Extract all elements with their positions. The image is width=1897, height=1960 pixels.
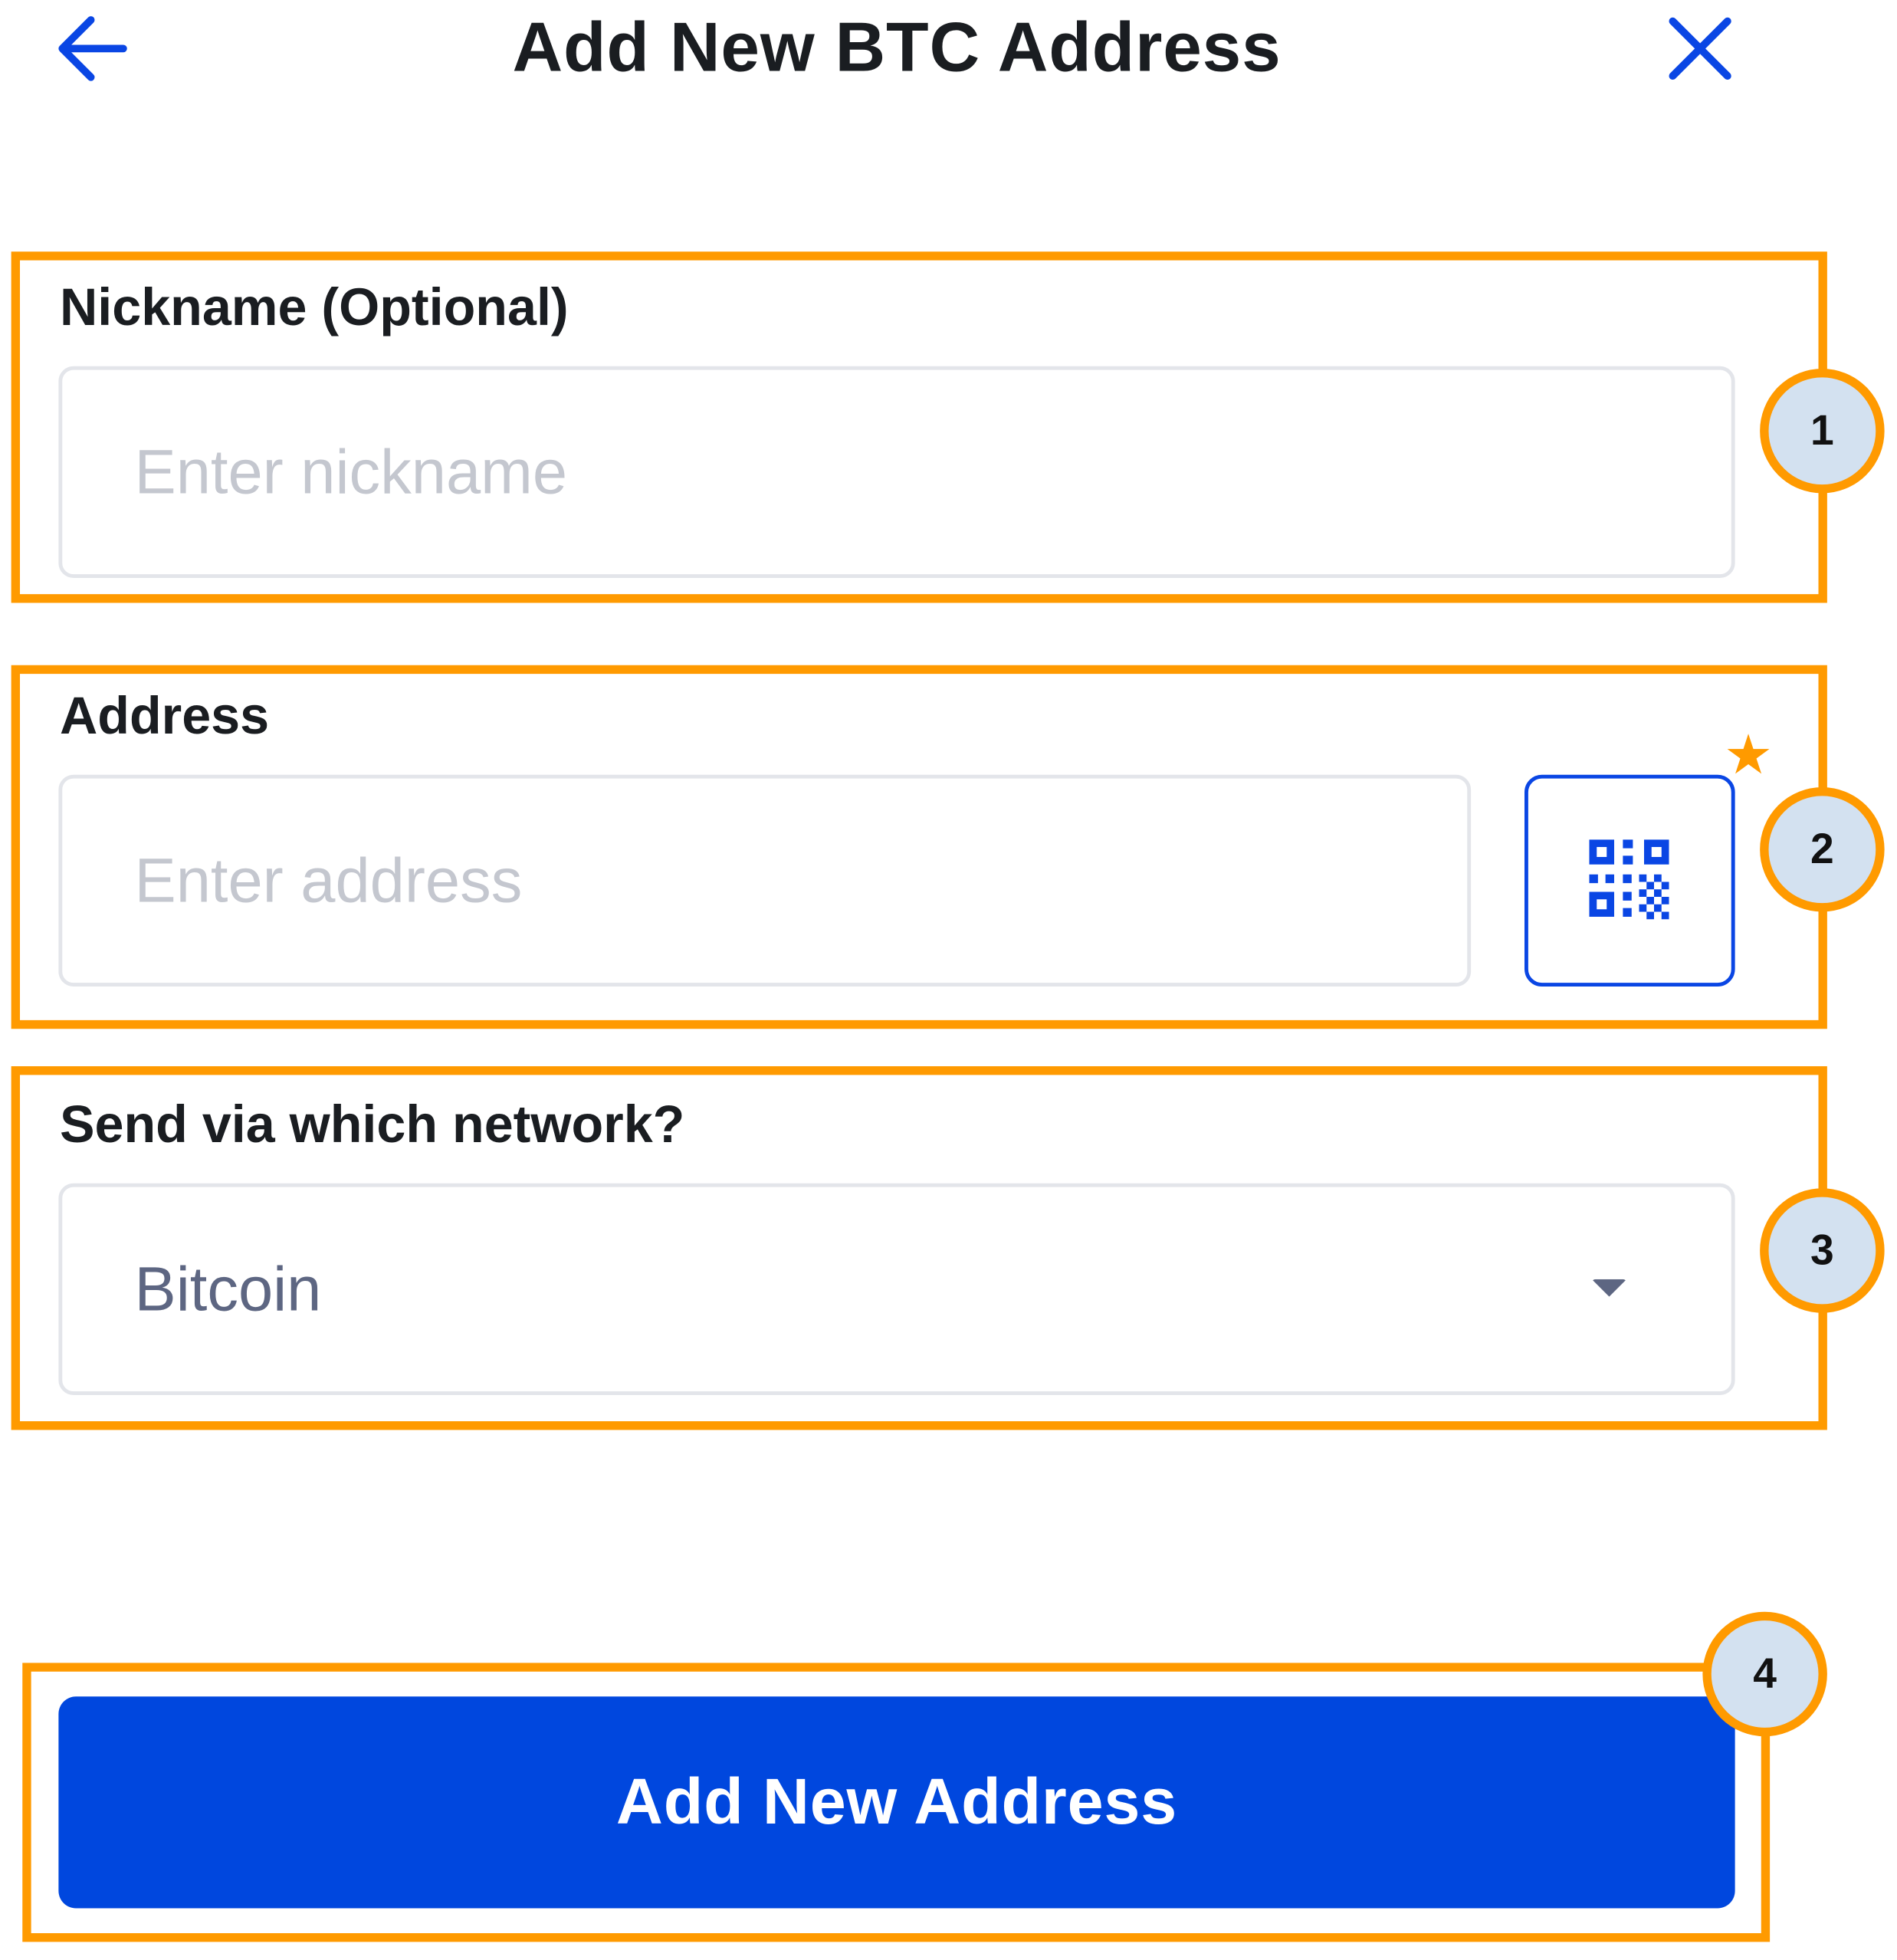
step-badge-4: 4	[1702, 1611, 1827, 1737]
step-badge-1: 1	[1760, 369, 1885, 494]
address-input[interactable]	[58, 774, 1472, 987]
address-label: Address	[60, 686, 270, 745]
arrow-left-icon	[58, 16, 127, 81]
qr-code-icon	[1588, 839, 1669, 920]
close-icon	[1669, 17, 1731, 80]
nickname-input[interactable]	[58, 366, 1735, 578]
close-button[interactable]	[1656, 8, 1744, 90]
scan-qr-button[interactable]	[1524, 774, 1735, 987]
add-address-screen: Add New BTC Address Nickname (Optional) …	[0, 0, 1897, 1950]
page-title: Add New BTC Address	[512, 7, 1282, 87]
nickname-label: Nickname (Optional)	[60, 277, 569, 337]
add-new-address-button[interactable]: Add New Address	[58, 1696, 1735, 1909]
network-label: Send via which network?	[60, 1095, 685, 1154]
caret-down-icon	[1591, 1279, 1627, 1297]
back-button[interactable]	[45, 8, 140, 90]
star-marker-icon: ★	[1724, 724, 1774, 786]
network-select[interactable]: Bitcoin	[58, 1183, 1735, 1395]
step-badge-2: 2	[1760, 787, 1885, 912]
network-selected-value: Bitcoin	[134, 1254, 322, 1325]
step-badge-3: 3	[1760, 1188, 1885, 1313]
